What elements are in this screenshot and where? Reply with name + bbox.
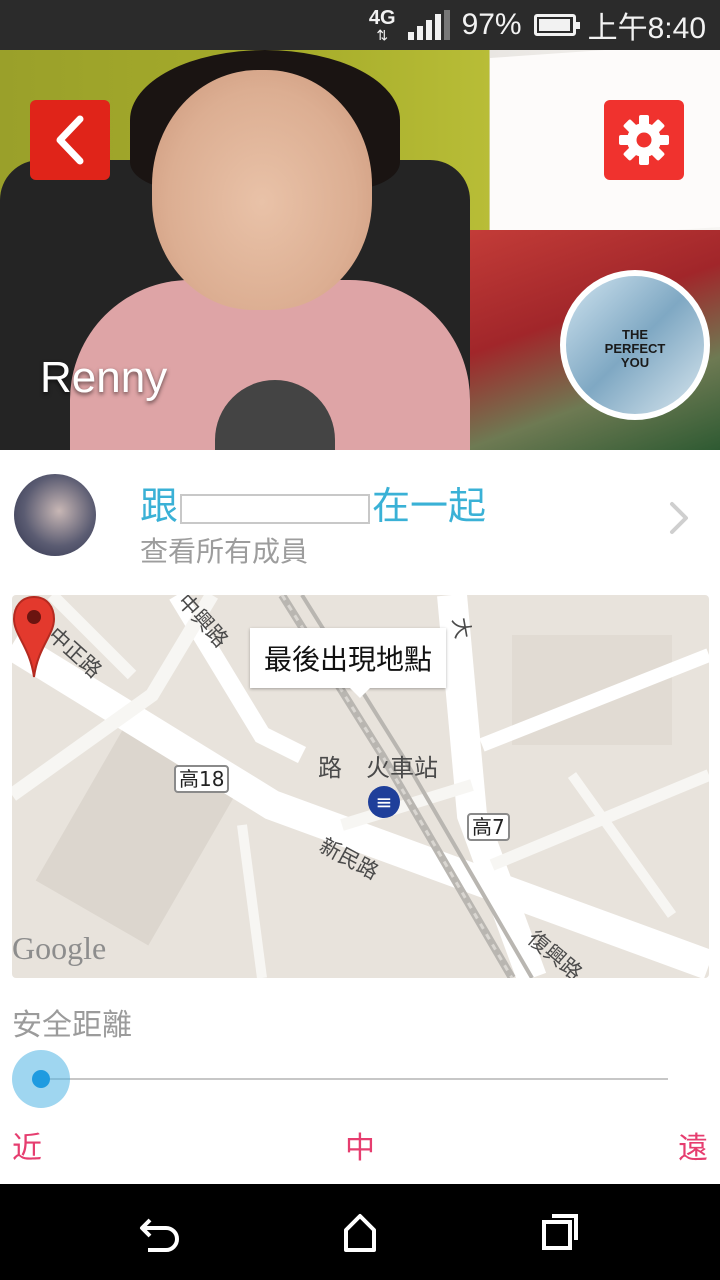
- safety-distance-label: 安全距離: [12, 1008, 132, 1043]
- hero-photo: Renny THE PERFECT YOU: [0, 50, 720, 450]
- station-label: 路火車站: [318, 754, 438, 782]
- chevron-left-icon: [56, 115, 84, 165]
- location-map[interactable]: 中正路 中興路 新民路 復興路 大 高18 高7 路火車站 ≡ 最後出現地點 G…: [12, 595, 709, 978]
- child-face: [152, 70, 372, 310]
- album-thumbnail[interactable]: THE PERFECT YOU: [560, 270, 710, 420]
- route-shield-gao18: 高18: [174, 765, 230, 793]
- home-nav-icon[interactable]: [338, 1210, 382, 1254]
- system-nav-bar: [0, 1184, 720, 1280]
- back-nav-icon[interactable]: [138, 1210, 182, 1254]
- map-pin-icon: [12, 595, 56, 678]
- network-indicator: 4G ⇅: [369, 8, 396, 42]
- network-type: 4G: [368, 7, 396, 29]
- app-screen: 4G ⇅ 97% 上午8:40 Renny THE PERFECT YOU 跟 …: [0, 0, 720, 1280]
- members-row[interactable]: 跟在一起 查看所有成員: [0, 450, 720, 590]
- distance-near-label: 近: [12, 1131, 42, 1166]
- chevron-right-icon: [670, 502, 688, 534]
- distance-slider-thumb[interactable]: [12, 1050, 70, 1108]
- railway-station-icon: ≡: [368, 786, 400, 818]
- members-title: 跟在一起: [140, 484, 487, 528]
- child-name: Renny: [40, 353, 168, 402]
- route-shield-gao7: 高7: [467, 813, 510, 841]
- settings-button[interactable]: [604, 100, 684, 180]
- battery-percent: 97%: [461, 8, 522, 41]
- view-all-members-label: 查看所有成員: [140, 535, 309, 568]
- back-button[interactable]: [30, 100, 110, 180]
- redacted-name: [180, 493, 371, 524]
- avatar: [14, 474, 96, 556]
- distance-slider-track[interactable]: [40, 1078, 668, 1080]
- distance-far-label: 遠: [678, 1131, 708, 1166]
- album-caption: THE PERFECT YOU: [604, 327, 666, 370]
- battery-icon: [533, 14, 580, 36]
- signal-strength-icon: [407, 10, 450, 40]
- distance-mid-label: 中: [345, 1131, 375, 1166]
- clock: 上午8:40: [587, 12, 706, 45]
- status-bar: 4G ⇅ 97% 上午8:40: [0, 0, 720, 50]
- gear-icon: [619, 115, 669, 165]
- data-arrows-icon: ⇅: [376, 27, 389, 43]
- recent-apps-icon[interactable]: [538, 1210, 582, 1254]
- last-location-callout: 最後出現地點: [250, 628, 447, 698]
- google-attribution: Google: [12, 930, 107, 966]
